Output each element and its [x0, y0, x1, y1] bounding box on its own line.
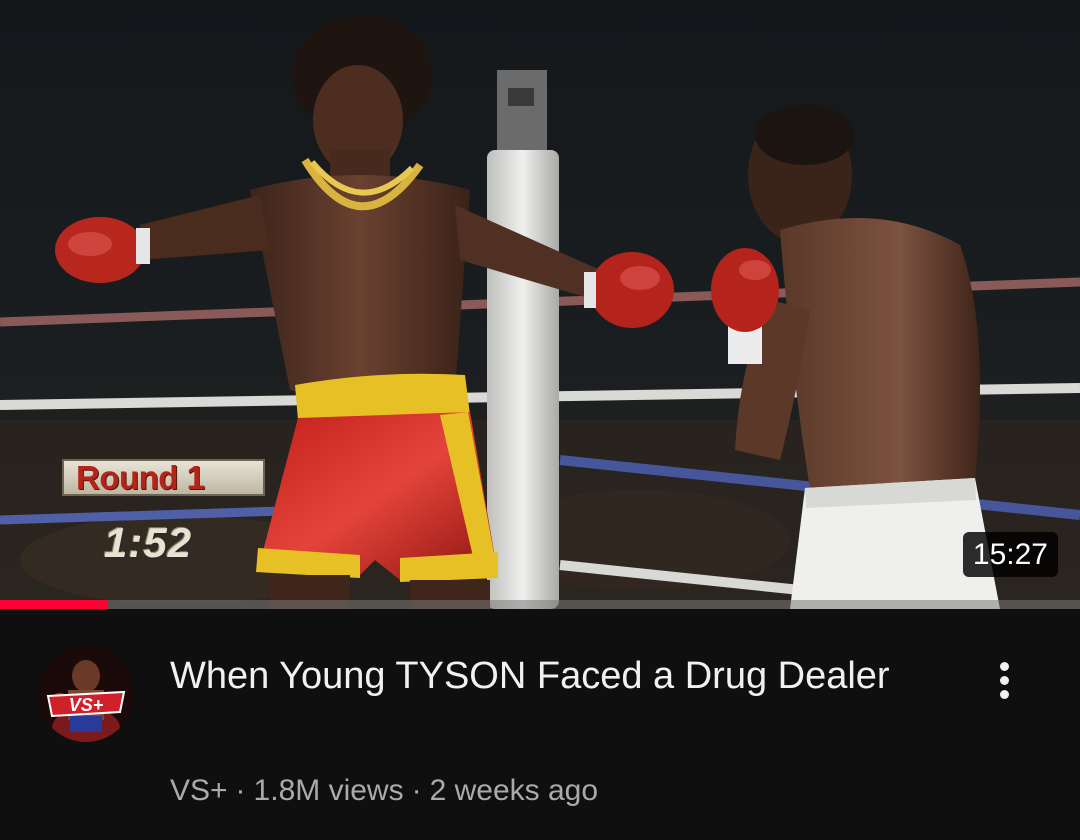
- video-metadata: VS+ · 1.8M views · 2 weeks ago: [170, 772, 598, 810]
- view-count: 1.8M views: [253, 774, 404, 807]
- more-vertical-icon: [999, 661, 1009, 671]
- duration-badge: 15:27: [962, 532, 1058, 577]
- channel-name[interactable]: VS+: [170, 774, 228, 807]
- channel-avatar[interactable]: VS+: [38, 646, 134, 742]
- meta-separator: ·: [235, 774, 246, 807]
- more-vertical-icon: [999, 689, 1009, 699]
- round-overlay: Round 1: [62, 459, 265, 496]
- video-title[interactable]: When Young TYSON Faced a Drug Dealer: [170, 650, 890, 703]
- more-vertical-icon: [999, 675, 1009, 685]
- channel-logo-icon: VS+: [38, 646, 134, 742]
- video-card[interactable]: Round 1 1:52 15:27 VS+ When Young TYSON …: [0, 0, 1080, 840]
- meta-separator: ·: [411, 774, 422, 807]
- more-options-button[interactable]: [984, 652, 1024, 708]
- channel-logo-text: VS+: [69, 695, 104, 715]
- round-clock-overlay: 1:52: [104, 519, 193, 566]
- video-thumbnail[interactable]: Round 1 1:52 15:27: [0, 0, 1080, 609]
- publish-date: 2 weeks ago: [429, 774, 599, 807]
- watch-progress-bar: [0, 600, 1080, 609]
- watch-progress-fill: [0, 600, 108, 609]
- thumbnail-image: [0, 0, 1080, 609]
